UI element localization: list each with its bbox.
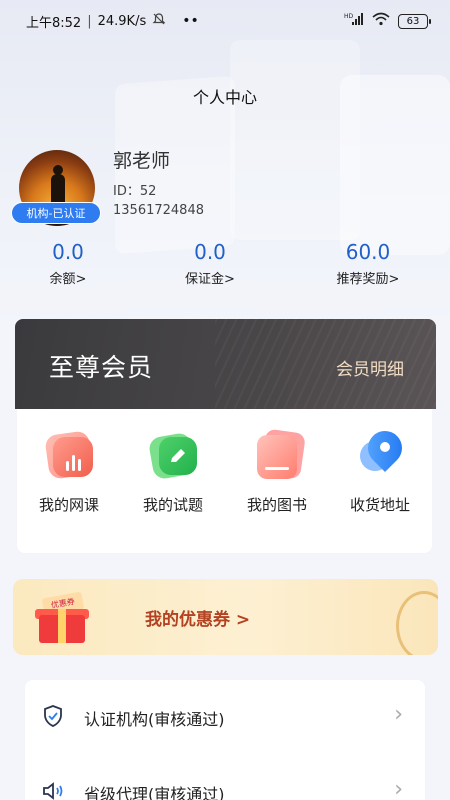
service-my-courses[interactable]: 我的网课 (19, 429, 119, 515)
list-item-provincial-agent[interactable]: 省级代理(审核通过) › (25, 765, 425, 800)
location-pin-icon (352, 423, 410, 485)
wifi-icon (372, 12, 390, 30)
settings-list: 认证机构(审核通过) › 省级代理(审核通过) › (25, 680, 425, 800)
vip-title: 至尊会员 (49, 353, 154, 382)
gift-icon: 优惠券 (35, 591, 95, 645)
certification-badge: 机构-已认证 (11, 202, 101, 224)
vip-card[interactable]: 至尊会员 会员明细 (15, 319, 436, 409)
list-item-certified-institution[interactable]: 认证机构(审核通过) › (25, 690, 425, 746)
speaker-icon (41, 779, 65, 800)
user-id: ID：52 (113, 184, 157, 199)
coupon-banner[interactable]: 优惠券 我的优惠券 > (13, 579, 438, 655)
user-name: 郭老师 (113, 150, 171, 172)
page-title: 个人中心 (192, 88, 257, 107)
dots-icon: •• (182, 13, 199, 29)
stat-label: 余额> (49, 272, 87, 287)
status-right: HD 63 (344, 12, 431, 30)
status-time: 上午8:52 (26, 15, 82, 31)
service-label: 我的图书 (246, 496, 307, 514)
coin-decor-icon (396, 591, 438, 655)
service-my-quizzes[interactable]: 我的试题 (123, 429, 223, 515)
battery-level: 63 (406, 15, 420, 27)
service-my-books[interactable]: 我的图书 (227, 428, 327, 515)
book-icon (249, 428, 307, 485)
signal-hd-label: HD (344, 13, 354, 20)
stat-balance[interactable]: 0.0 余额> (38, 240, 98, 287)
coupon-label: 我的优惠券 > (145, 610, 251, 630)
quiz-pencil-icon (145, 429, 201, 485)
service-label: 我的试题 (142, 496, 203, 514)
stat-label: 保证金> (185, 272, 235, 287)
status-separator: | (87, 13, 92, 29)
stat-value: 0.0 (194, 240, 226, 264)
chevron-right-icon: › (394, 702, 403, 727)
chevron-right-icon: › (394, 777, 403, 800)
stat-value: 0.0 (52, 240, 84, 264)
vip-detail-link[interactable]: 会员明细 (336, 355, 404, 380)
battery-icon: 63 (398, 13, 431, 29)
status-bar: 上午8:52 | 24.9K/s •• HD 63 (0, 0, 450, 42)
signal-icon: HD (344, 12, 364, 30)
mute-bell-icon (152, 12, 166, 30)
stat-referral-reward[interactable]: 60.0 推荐奖励> (326, 240, 410, 287)
network-speed: 24.9K/s (97, 13, 147, 29)
stat-value: 60.0 (345, 240, 391, 264)
list-item-label: 省级代理(审核通过) (84, 785, 225, 800)
status-left: 上午8:52 | 24.9K/s •• (26, 12, 199, 31)
list-item-label: 认证机构(审核通过) (84, 710, 225, 729)
user-phone: 13561724848 (113, 203, 204, 218)
stats-row: 0.0 余额> 0.0 保证金> 60.0 推荐奖励> (0, 240, 450, 290)
services-grid: 我的网课 我的试题 我的图书 收货地址 (17, 409, 432, 553)
service-shipping-address[interactable]: 收货地址 (330, 423, 430, 515)
stat-deposit[interactable]: 0.0 保证金> (175, 240, 245, 287)
course-chart-icon (41, 429, 97, 485)
stat-label: 推荐奖励> (336, 272, 400, 287)
service-label: 我的网课 (38, 496, 99, 514)
service-label: 收货地址 (349, 496, 410, 514)
shield-check-icon (41, 704, 65, 728)
